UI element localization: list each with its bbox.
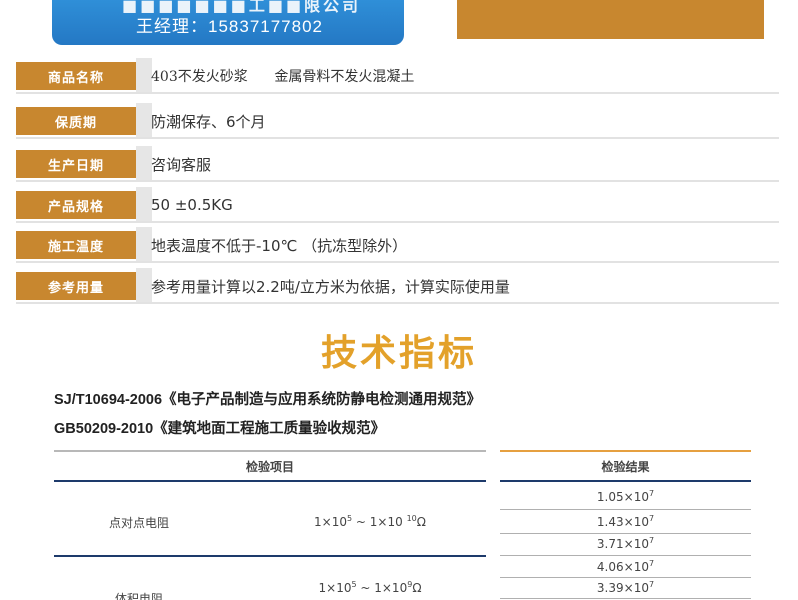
result-base: 3.71×10: [596, 537, 649, 551]
gold-block: [457, 0, 764, 39]
result-exp: 7: [648, 580, 655, 589]
banner-company-text: ■■■■■■■工■■限公司: [122, 0, 362, 15]
range-unit: Ω: [416, 515, 426, 529]
spec-divider: [136, 146, 152, 182]
spec-divider: [136, 103, 152, 139]
result-base: 4.06×10: [596, 560, 649, 574]
range-base: 1×10: [318, 581, 352, 595]
row-divider: [500, 598, 751, 599]
spec-underline: [16, 261, 779, 263]
spec-divider: [136, 268, 152, 304]
spec-underline: [16, 180, 779, 182]
table-header-item: 检验项目: [54, 450, 486, 482]
spec-row-production-date: 生产日期 咨询客服: [16, 146, 779, 182]
result-value: 4.06×107: [500, 559, 751, 574]
spec-value: 地表温度不低于-10℃ （抗冻型除外）: [151, 236, 408, 255]
result-value: 1.43×107: [500, 514, 751, 529]
result-exp: 7: [648, 559, 655, 568]
table-header-result: 检验结果: [500, 450, 751, 482]
result-base: 1.43×10: [596, 515, 649, 529]
result-exp: 7: [648, 514, 655, 523]
result-value: 3.39×107: [500, 580, 751, 595]
standard-line: SJ/T10694-2006《电子产品制造与应用系统防静电检测通用规范》: [54, 392, 482, 408]
range-mid: ~ 1×10: [352, 515, 407, 529]
row-divider: [54, 555, 486, 557]
spec-value: 50 ±0.5KG: [151, 196, 233, 214]
spec-value: 咨询客服: [151, 155, 212, 174]
row-divider: [500, 577, 751, 578]
spec-label: 生产日期: [16, 150, 136, 178]
spec-underline: [16, 221, 779, 223]
result-exp: 7: [648, 536, 655, 545]
spec-value: 参考用量计算以2.2吨/立方米为依据，计算实际使用量: [151, 277, 510, 296]
spec-label: 产品规格: [16, 191, 136, 219]
result-value: 3.71×107: [500, 536, 751, 551]
spec-row-spec: 产品规格 50 ±0.5KG: [16, 187, 779, 223]
row-divider: [500, 509, 751, 510]
spec-divider: [136, 58, 152, 94]
range-unit: Ω: [412, 581, 422, 595]
spec-divider: [136, 227, 152, 263]
item-name: 体积电阻: [114, 592, 163, 600]
item-range: 1×105 ~ 1×109Ω: [270, 580, 470, 595]
spec-row-temperature: 施工温度 地表温度不低于-10℃ （抗冻型除外）: [16, 227, 779, 263]
item-name: 点对点电阻: [108, 516, 169, 530]
spec-label: 施工温度: [16, 231, 136, 259]
result-base: 1.05×10: [596, 490, 649, 504]
spec-value: 403不发火砂浆 金属骨料不发火混凝土: [151, 69, 415, 85]
spec-underline: [16, 137, 779, 139]
row-divider: [500, 555, 751, 556]
product-banner: ■■■■■■■工■■限公司 王经理：15837177802: [52, 0, 404, 45]
range-exp: 10: [406, 514, 417, 523]
spec-label: 保质期: [16, 107, 136, 135]
section-title: 技术指标: [320, 333, 477, 374]
banner-contact: 王经理：15837177802: [136, 17, 324, 36]
spec-label: 参考用量: [16, 272, 136, 300]
result-value: 1.05×107: [500, 489, 751, 504]
row-divider: [500, 533, 751, 534]
spec-value: 防潮保存、6个月: [151, 112, 266, 131]
spec-label: 商品名称: [16, 62, 136, 90]
range-mid: ~ 1×10: [356, 581, 408, 595]
result-base: 3.39×10: [596, 581, 649, 595]
spec-row-shelf-life: 保质期 防潮保存、6个月: [16, 103, 779, 139]
standard-line: GB50209-2010《建筑地面工程施工质量验收规范》: [54, 421, 386, 437]
spec-underline: [16, 92, 779, 94]
spec-row-usage: 参考用量 参考用量计算以2.2吨/立方米为依据，计算实际使用量: [16, 268, 779, 304]
spec-divider: [136, 187, 152, 223]
item-range: 1×105 ~ 1×10 10Ω: [270, 514, 470, 529]
spec-row-name: 商品名称 403不发火砂浆 金属骨料不发火混凝土: [16, 58, 779, 94]
result-exp: 7: [648, 489, 655, 498]
range-base: 1×10: [314, 515, 348, 529]
spec-underline: [16, 302, 779, 304]
header-text: 检验项目: [245, 459, 294, 474]
header-text: 检验结果: [601, 459, 650, 474]
